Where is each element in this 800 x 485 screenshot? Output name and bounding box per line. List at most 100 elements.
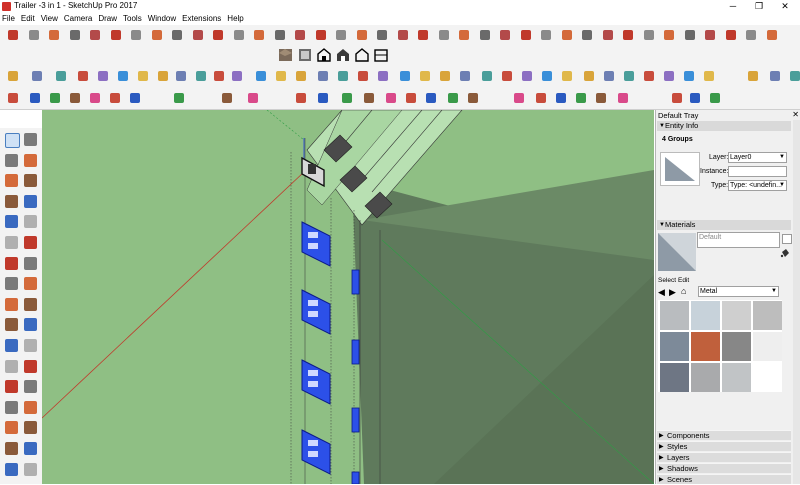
- toolbar-tool-icon[interactable]: [685, 30, 695, 40]
- palette-tool-icon[interactable]: [5, 194, 18, 208]
- toolbar-tool-icon[interactable]: [70, 30, 80, 40]
- toolbar-tool-icon[interactable]: [295, 30, 305, 40]
- toolbar-tool-icon[interactable]: [29, 30, 39, 40]
- palette-tool-icon[interactable]: [5, 318, 18, 332]
- left-view-icon[interactable]: [374, 49, 388, 62]
- palette-tool-icon[interactable]: [5, 236, 18, 249]
- latch-component[interactable]: [351, 471, 360, 484]
- toolbar-tool-icon[interactable]: [618, 93, 628, 103]
- create-material-icon[interactable]: [782, 234, 792, 244]
- palette-tool-icon[interactable]: [5, 421, 18, 435]
- tab-select[interactable]: Select: [658, 277, 676, 284]
- palette-tool-icon[interactable]: [24, 359, 37, 373]
- toolbar-tool-icon[interactable]: [248, 93, 258, 103]
- toolbar-tool-icon[interactable]: [131, 30, 141, 40]
- toolbar-tool-icon[interactable]: [746, 30, 756, 40]
- home-icon[interactable]: ⌂: [681, 286, 686, 296]
- toolbar-tool-icon[interactable]: [460, 71, 470, 81]
- close-button[interactable]: ✕: [772, 0, 798, 13]
- toolbar-tool-icon[interactable]: [174, 93, 184, 103]
- toolbar-tool-icon[interactable]: [152, 30, 162, 40]
- material-swatch[interactable]: [660, 363, 689, 392]
- menu-draw[interactable]: Draw: [95, 13, 120, 25]
- toolbar-tool-icon[interactable]: [542, 71, 552, 81]
- toolbar-tool-icon[interactable]: [130, 93, 140, 103]
- toolbar-tool-icon[interactable]: [364, 93, 374, 103]
- toolbar-tool-icon[interactable]: [256, 71, 266, 81]
- toolbar-tool-icon[interactable]: [90, 30, 100, 40]
- toolbar-tool-icon[interactable]: [172, 30, 182, 40]
- palette-tool-icon[interactable]: [5, 339, 18, 352]
- palette-tool-icon[interactable]: [24, 421, 37, 435]
- toolbar-tool-icon[interactable]: [767, 30, 777, 40]
- toolbar-tool-icon[interactable]: [790, 71, 800, 81]
- palette-tool-icon[interactable]: [24, 339, 37, 352]
- palette-tool-icon[interactable]: [5, 277, 18, 291]
- toolbar-tool-icon[interactable]: [500, 30, 510, 40]
- tray-close-icon[interactable]: ✕: [792, 110, 799, 119]
- forward-arrow-icon[interactable]: ▶: [669, 287, 676, 298]
- toolbar-tool-icon[interactable]: [158, 71, 168, 81]
- toolbar-tool-icon[interactable]: [514, 93, 524, 103]
- palette-tool-icon[interactable]: [5, 297, 18, 311]
- scenes-panel-header[interactable]: ▶ Scenes: [657, 474, 791, 484]
- toolbar-tool-icon[interactable]: [468, 93, 478, 103]
- toolbar-tool-icon[interactable]: [521, 30, 531, 40]
- toolbar-tool-icon[interactable]: [584, 71, 594, 81]
- shadows-panel-header[interactable]: ▶ Shadows: [657, 463, 791, 473]
- paint-bucket-icon[interactable]: [780, 248, 790, 258]
- toolbar-tool-icon[interactable]: [420, 71, 430, 81]
- menu-camera[interactable]: Camera: [61, 13, 95, 25]
- toolbar-tool-icon[interactable]: [254, 30, 264, 40]
- material-name-field[interactable]: Default: [697, 232, 780, 248]
- toolbar-tool-icon[interactable]: [582, 30, 592, 40]
- menu-edit[interactable]: Edit: [18, 13, 38, 25]
- scene-canvas[interactable]: [42, 110, 654, 484]
- palette-tool-icon[interactable]: [24, 153, 37, 167]
- back-view-icon[interactable]: [355, 48, 369, 62]
- toolbar-tool-icon[interactable]: [358, 71, 368, 81]
- modeling-viewport[interactable]: [42, 110, 654, 484]
- toolbar-tool-icon[interactable]: [386, 93, 396, 103]
- toolbar-tool-icon[interactable]: [684, 71, 694, 81]
- palette-tool-icon[interactable]: [5, 359, 18, 373]
- toolbar-tool-icon[interactable]: [480, 30, 490, 40]
- palette-tool-icon[interactable]: [5, 400, 18, 414]
- front-view-icon[interactable]: [317, 48, 331, 62]
- menu-help[interactable]: Help: [224, 13, 246, 25]
- latch-component[interactable]: [351, 269, 360, 295]
- palette-tool-icon[interactable]: [24, 462, 37, 476]
- menu-extensions[interactable]: Extensions: [179, 13, 224, 25]
- toolbar-tool-icon[interactable]: [604, 71, 614, 81]
- palette-tool-icon[interactable]: [5, 462, 18, 476]
- material-swatch[interactable]: [660, 332, 689, 361]
- toolbar-tool-icon[interactable]: [30, 93, 40, 103]
- toolbar-tool-icon[interactable]: [556, 93, 566, 103]
- palette-tool-icon[interactable]: [24, 194, 37, 208]
- menu-window[interactable]: Window: [145, 13, 179, 25]
- palette-tool-icon[interactable]: [24, 215, 37, 229]
- palette-tool-icon[interactable]: [5, 133, 20, 148]
- toolbar-tool-icon[interactable]: [704, 71, 714, 81]
- toolbar-tool-icon[interactable]: [562, 71, 572, 81]
- toolbar-tool-icon[interactable]: [318, 71, 328, 81]
- material-swatch[interactable]: [691, 301, 720, 330]
- toolbar-tool-icon[interactable]: [118, 71, 128, 81]
- latch-component[interactable]: [351, 339, 360, 365]
- styles-panel-header[interactable]: ▶ Styles: [657, 441, 791, 451]
- toolbar-tool-icon[interactable]: [623, 30, 633, 40]
- toolbar-tool-icon[interactable]: [400, 71, 410, 81]
- toolbar-tool-icon[interactable]: [690, 93, 700, 103]
- toolbar-tool-icon[interactable]: [418, 30, 428, 40]
- palette-tool-icon[interactable]: [24, 133, 37, 146]
- instance-input[interactable]: [728, 166, 787, 177]
- toolbar-tool-icon[interactable]: [232, 71, 242, 81]
- toolbar-tool-icon[interactable]: [378, 71, 388, 81]
- menu-file[interactable]: File: [0, 13, 18, 25]
- toolbar-tool-icon[interactable]: [502, 71, 512, 81]
- toolbar-tool-icon[interactable]: [406, 93, 416, 103]
- toolbar-tool-icon[interactable]: [32, 71, 42, 81]
- material-swatch[interactable]: [753, 301, 782, 330]
- material-library-dropdown[interactable]: Metal ▼: [698, 286, 779, 297]
- toolbar-tool-icon[interactable]: [176, 71, 186, 81]
